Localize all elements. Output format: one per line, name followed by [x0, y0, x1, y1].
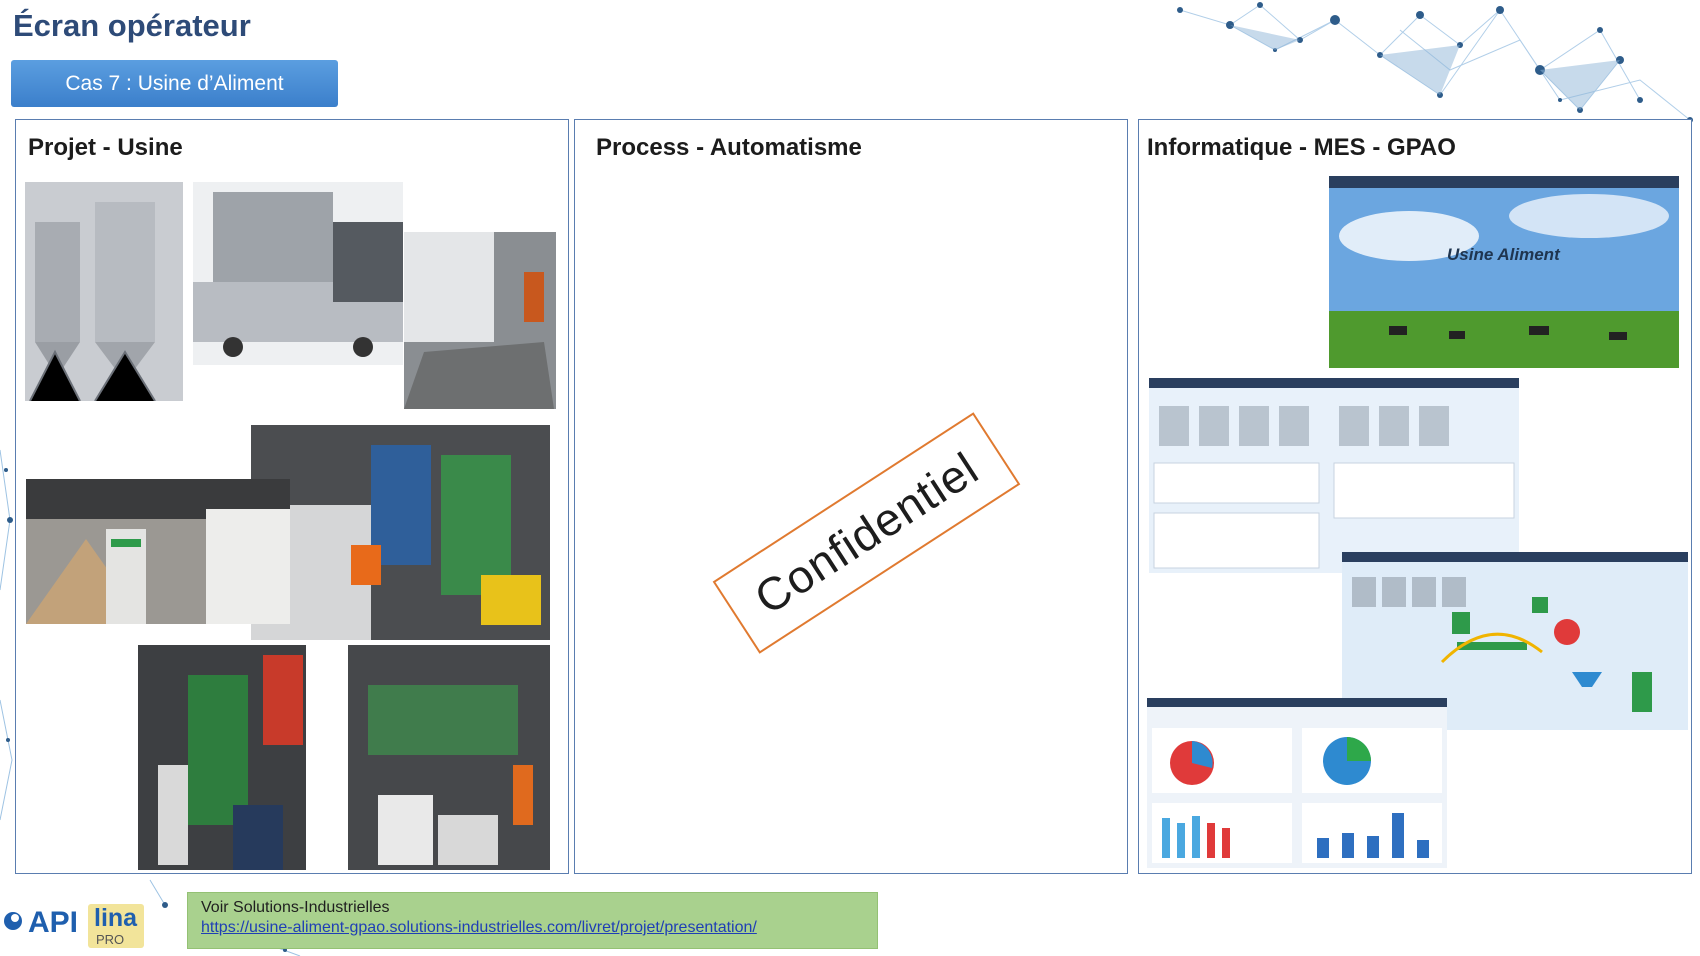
page-title: Écran opérateur	[13, 8, 251, 43]
case-badge: Cas 7 : Usine d’Aliment	[11, 60, 338, 107]
mes-home-screenshot: Usine Aliment	[1329, 176, 1679, 368]
process-panel-title: Process - Automatisme	[596, 134, 862, 161]
confidential-stamp-text: Confidentiel	[712, 412, 1021, 654]
bags-photo	[26, 479, 290, 624]
solutions-link-label: Voir Solutions-Industrielles	[201, 899, 390, 916]
confidential-stamp: Confidentiel	[712, 412, 1021, 654]
solutions-link[interactable]: https://usine-aliment-gpao.solutions-ind…	[201, 919, 864, 937]
forklift-photo	[138, 645, 306, 870]
factory-panel: Projet - Usine	[15, 119, 569, 874]
logo-lina-text: lina	[94, 904, 138, 932]
hero-caption: Usine Aliment	[1447, 245, 1560, 264]
warehouse-photo	[251, 425, 550, 640]
solutions-link-box: Voir Solutions-Industrielles https://usi…	[187, 892, 878, 949]
logo-api-text: API	[28, 906, 79, 939]
unloading-photo	[404, 232, 556, 409]
mes-silo-screenshot	[1149, 378, 1519, 573]
silos-photo	[25, 182, 183, 401]
mes-dashboard-screenshot	[1147, 698, 1447, 868]
factory-panel-title: Projet - Usine	[28, 134, 183, 161]
truck-photo	[193, 182, 403, 365]
it-panel-title: Informatique - MES - GPAO	[1147, 134, 1456, 161]
api-lina-logo: API lina PRO	[0, 896, 180, 956]
process-panel: Process - Automatisme Confidentiel	[574, 119, 1128, 874]
it-panel: Informatique - MES - GPAO Usine Aliment	[1138, 119, 1692, 874]
logo-pro-text: PRO	[96, 932, 125, 947]
platform-photo	[348, 645, 550, 870]
